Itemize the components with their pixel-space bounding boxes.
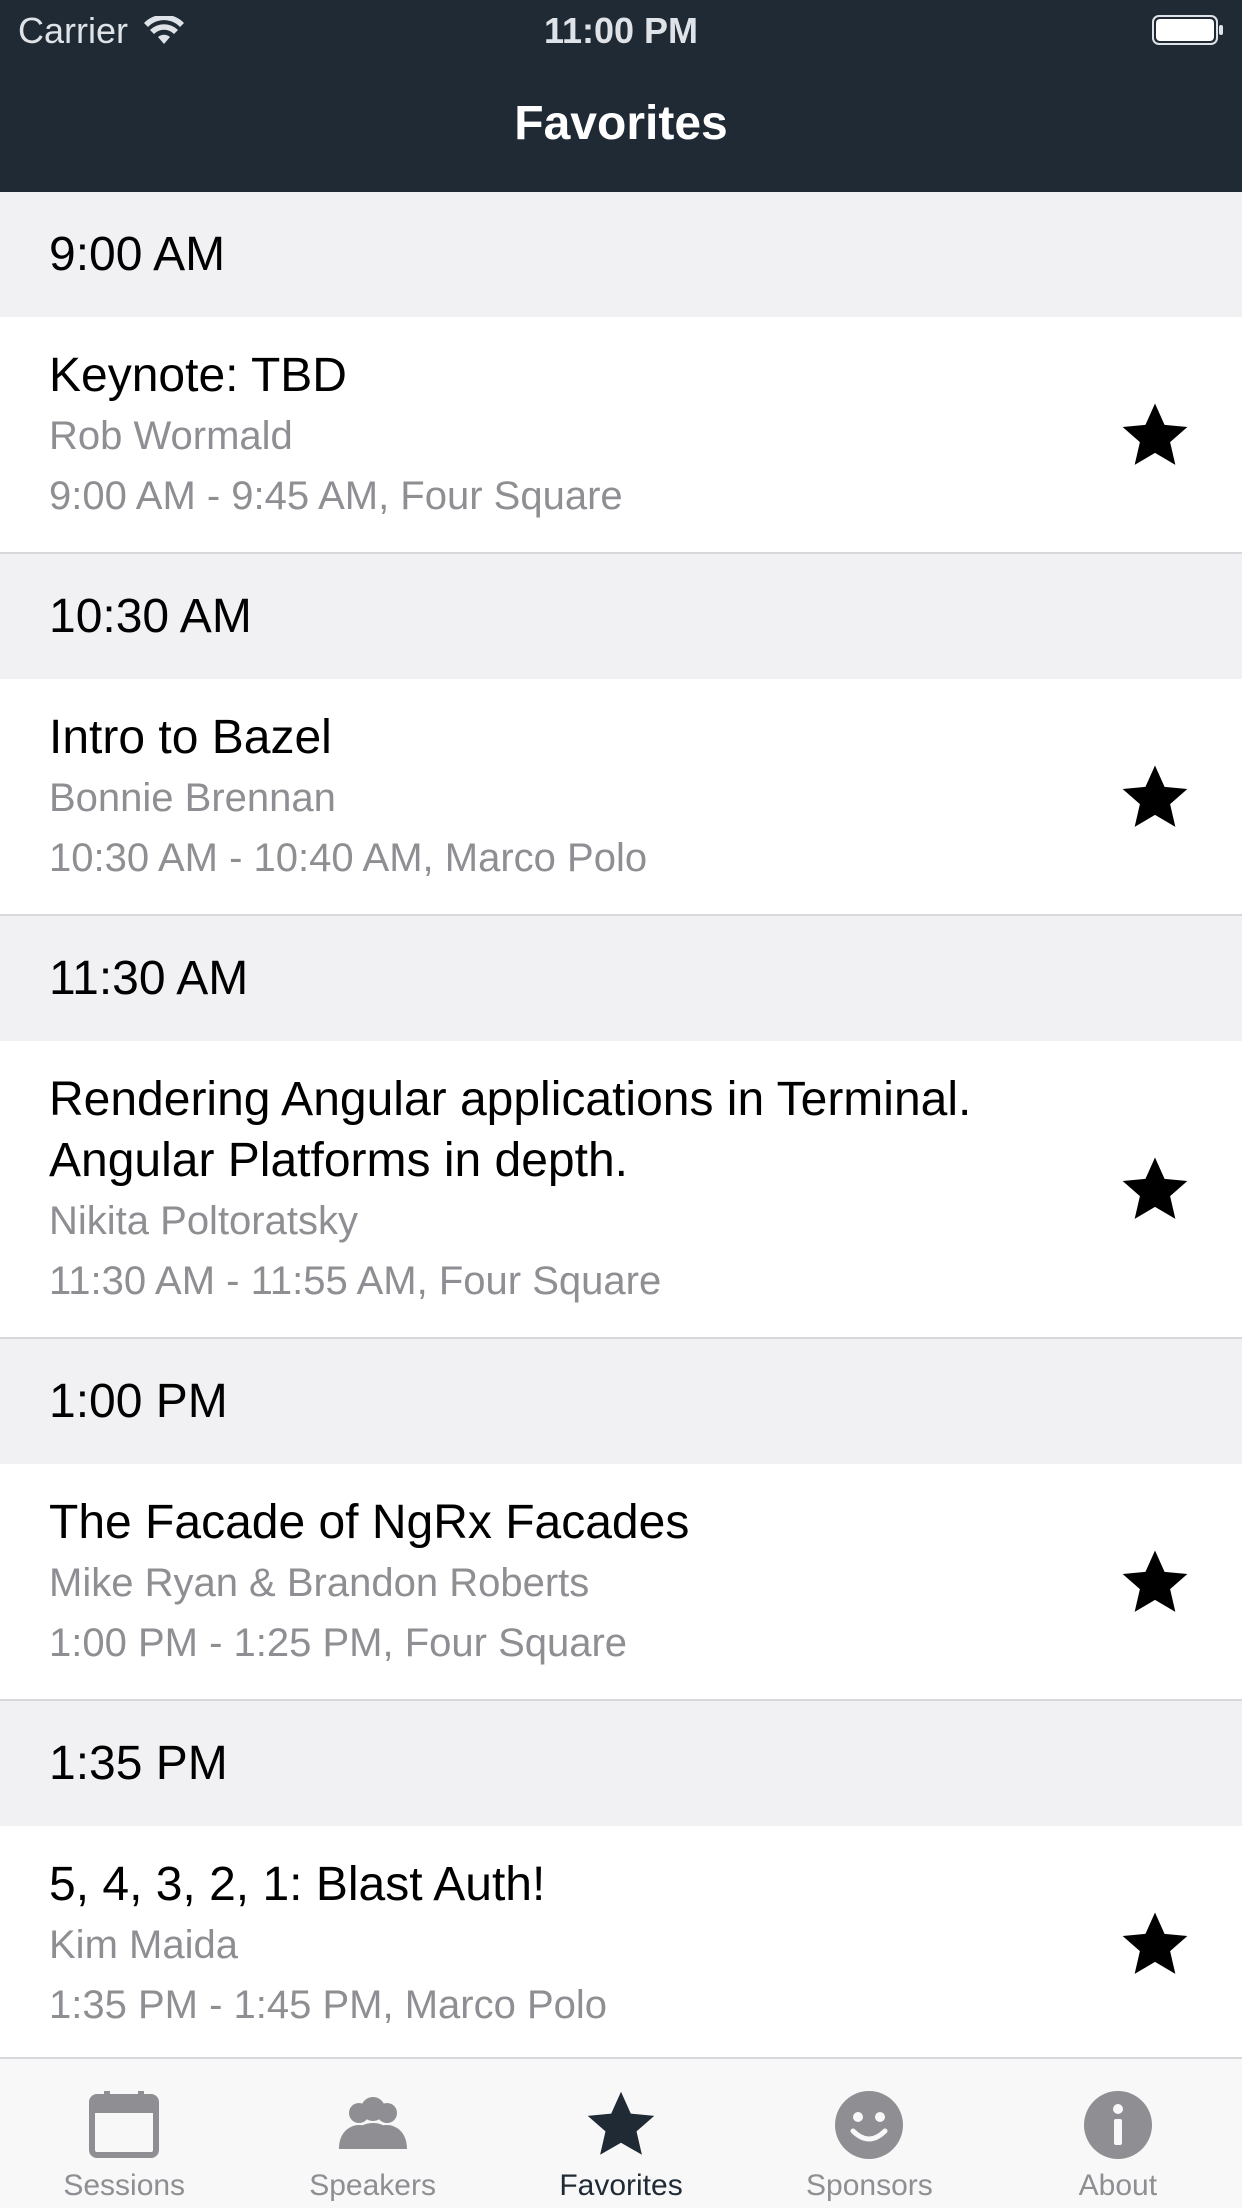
session-speaker: Kim Maida [49, 1923, 238, 1967]
session-speaker: Bonnie Brennan [49, 776, 336, 820]
tab-label: Favorites [559, 2169, 683, 2202]
session-item[interactable]: Keynote: TBD Rob Wormald 9:00 AM - 9:45 … [0, 317, 1242, 554]
tab-favorites[interactable]: Favorites [497, 2059, 745, 2208]
session-time: 1:35 PM - 1:45 PM, Marco Polo [49, 1983, 608, 2027]
section-0: 9:00 AM Keynote: TBD Rob Wormald 9:00 AM… [0, 192, 1242, 554]
session-item[interactable]: 5, 4, 3, 2, 1: Blast Auth! Kim Maida 1:3… [0, 1826, 1242, 2057]
session-time: 1:00 PM - 1:25 PM, Four Square [49, 1621, 628, 1665]
session-title: Intro to Bazel [49, 711, 332, 764]
page-title: Favorites [514, 97, 728, 150]
calendar-icon [89, 2091, 160, 2158]
tab-bar: Sessions Speakers Favorites Sponsors Abo… [0, 2057, 1242, 2208]
section-header: 10:30 AM [0, 554, 1242, 679]
favorite-star-icon[interactable] [1118, 1152, 1192, 1226]
tab-label: About [1078, 2169, 1158, 2202]
session-item[interactable]: Intro to Bazel Bonnie Brennan 10:30 AM -… [0, 679, 1242, 916]
favorite-star-icon[interactable] [1118, 760, 1192, 834]
section-1: 10:30 AM Intro to Bazel Bonnie Brennan 1… [0, 554, 1242, 916]
people-icon [338, 2097, 407, 2149]
tab-about[interactable]: About [994, 2059, 1242, 2208]
smiley-icon [835, 2091, 904, 2159]
section-header: 1:00 PM [0, 1339, 1242, 1464]
tab-label: Sessions [63, 2169, 186, 2202]
info-icon [1083, 2091, 1152, 2159]
status-time: 11:00 PM [543, 10, 699, 51]
tab-sessions[interactable]: Sessions [0, 2059, 248, 2208]
session-time: 11:30 AM - 11:55 AM, Four Square [49, 1259, 662, 1303]
session-time: 10:30 AM - 10:40 AM, Marco Polo [49, 836, 648, 880]
navigation-bar: Carrier 11:00 PM Favorites [0, 0, 1242, 192]
section-3: 1:00 PM The Facade of NgRx Facades Mike … [0, 1339, 1242, 1701]
section-2: 11:30 AM Rendering Angular applications … [0, 916, 1242, 1339]
session-speaker: Mike Ryan & Brandon Roberts [49, 1561, 590, 1605]
section-4: 1:35 PM 5, 4, 3, 2, 1: Blast Auth! Kim M… [0, 1701, 1242, 2057]
session-title: Rendering Angular applications in Termin… [49, 1073, 972, 1187]
session-time: 9:00 AM - 9:45 AM, Four Square [49, 474, 623, 518]
status-bar: Carrier 11:00 PM [0, 0, 1242, 60]
tab-label: Speakers [309, 2169, 436, 2202]
tab-speakers[interactable]: Speakers [248, 2059, 496, 2208]
session-speaker: Rob Wormald [49, 414, 293, 458]
section-header: 1:35 PM [0, 1701, 1242, 1826]
favorites-list[interactable]: 9:00 AM Keynote: TBD Rob Wormald 9:00 AM… [0, 192, 1242, 2057]
tab-sponsors[interactable]: Sponsors [745, 2059, 993, 2208]
session-speaker: Nikita Poltoratsky [49, 1199, 358, 1243]
tab-label: Sponsors [806, 2169, 933, 2202]
session-title: Keynote: TBD [49, 349, 347, 402]
session-title: 5, 4, 3, 2, 1: Blast Auth! [49, 1858, 546, 1911]
section-header: 9:00 AM [0, 192, 1242, 317]
favorite-star-icon[interactable] [1118, 398, 1192, 472]
favorite-star-icon[interactable] [1118, 1545, 1192, 1619]
session-item[interactable]: The Facade of NgRx Facades Mike Ryan & B… [0, 1464, 1242, 1701]
session-item[interactable]: Rendering Angular applications in Termin… [0, 1041, 1242, 1339]
session-title: The Facade of NgRx Facades [49, 1496, 690, 1549]
star-icon [587, 2091, 655, 2155]
favorite-star-icon[interactable] [1118, 1907, 1192, 1981]
section-header: 11:30 AM [0, 916, 1242, 1041]
battery-icon [1152, 15, 1223, 45]
